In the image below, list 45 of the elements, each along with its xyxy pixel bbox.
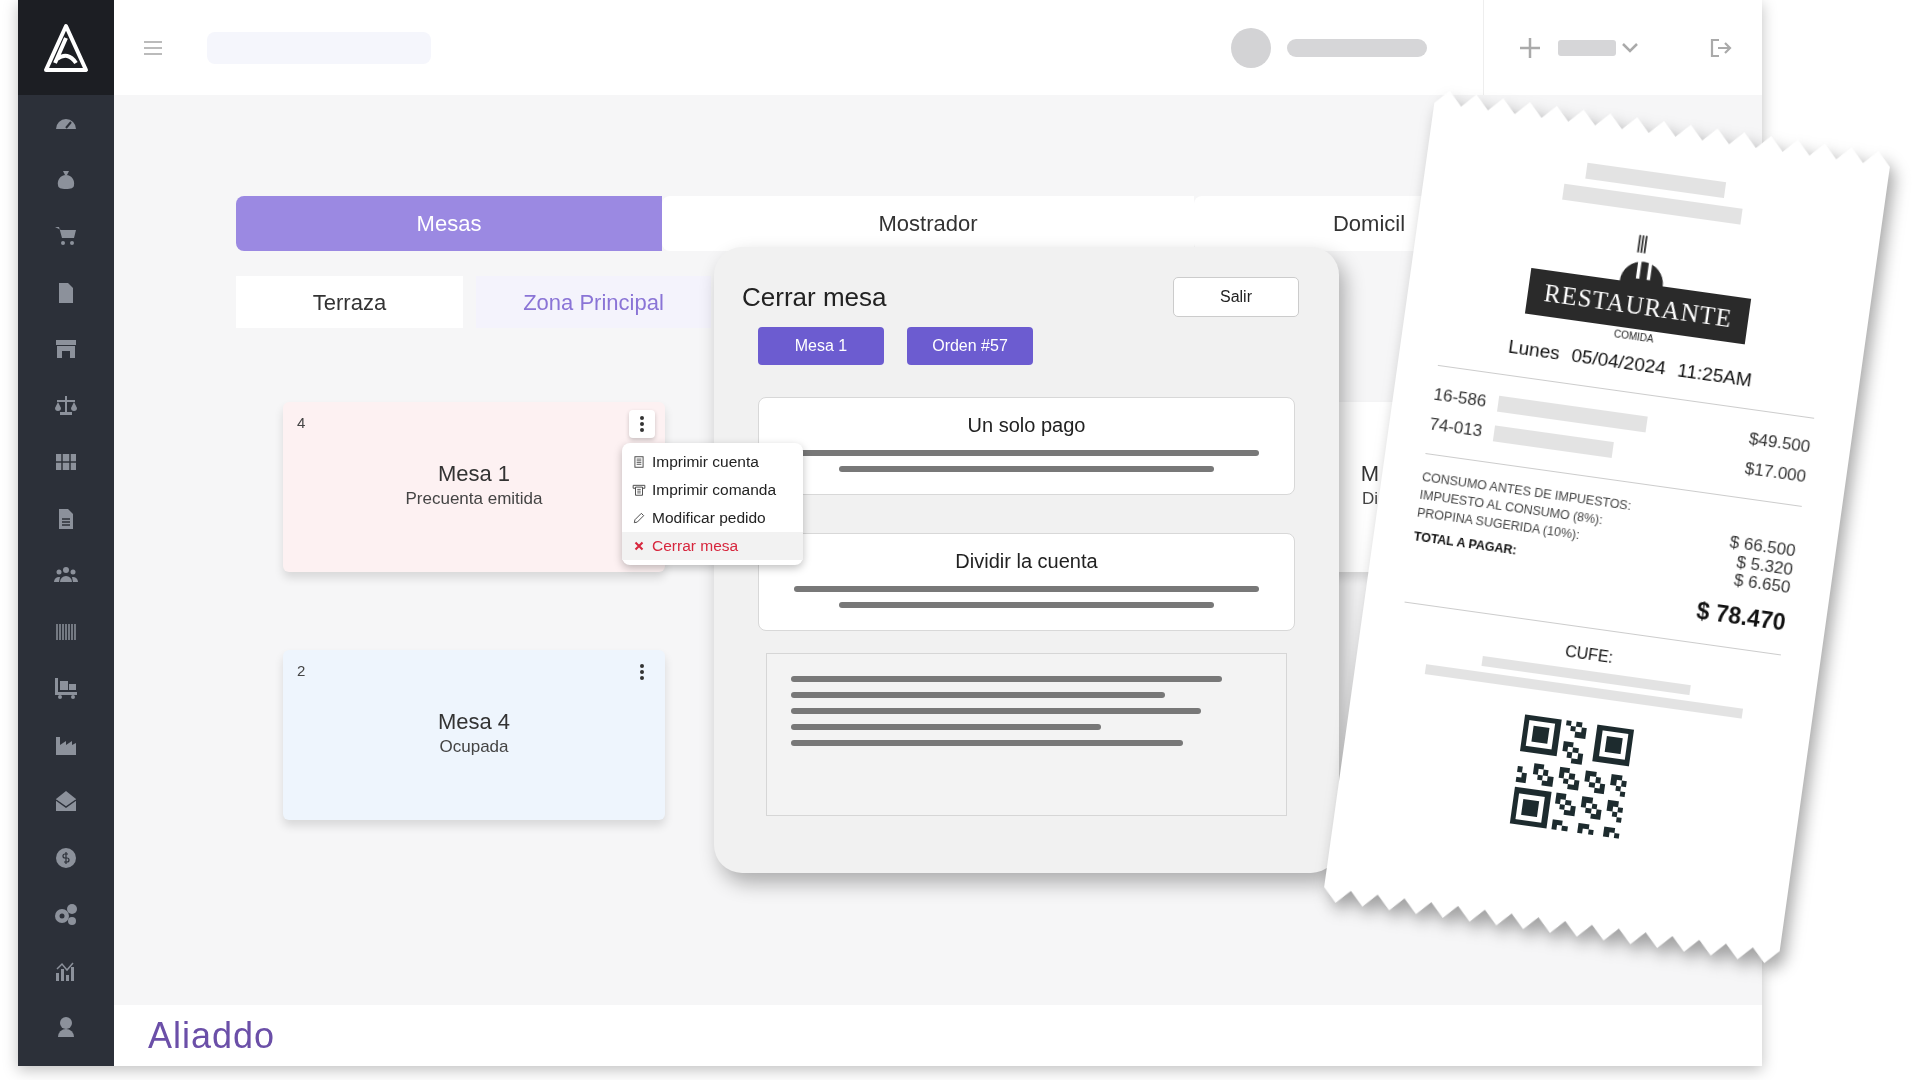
- payment-option-card[interactable]: Dividir la cuenta: [758, 533, 1295, 631]
- item-code: 16-586: [1431, 383, 1488, 414]
- logout-icon[interactable]: [1710, 37, 1732, 58]
- scale-icon[interactable]: [54, 393, 78, 418]
- envelope-icon[interactable]: [54, 789, 78, 814]
- more-icon: [639, 416, 645, 432]
- item-price: $17.000: [1743, 458, 1808, 489]
- receipt-date: 11:25AM: [1675, 357, 1754, 393]
- table-status: Precuenta emitida: [405, 488, 543, 511]
- add-icon[interactable]: [1520, 37, 1540, 58]
- exit-button[interactable]: Salir: [1173, 277, 1299, 317]
- table-name: Mesa 1: [437, 462, 511, 487]
- cufe-label: CUFE:: [1563, 641, 1615, 668]
- table-status: Di: [1361, 488, 1379, 511]
- more-icon: [639, 664, 645, 680]
- table-name: Mesa 4: [437, 710, 511, 735]
- option-label: Un solo pago: [967, 413, 1086, 438]
- tag-button[interactable]: Orden #57: [907, 327, 1033, 365]
- tag-button[interactable]: Mesa 1: [758, 327, 884, 365]
- tab[interactable]: Mostrador: [662, 196, 1194, 251]
- modal-title: Cerrar mesa: [742, 280, 887, 314]
- gears-icon[interactable]: [54, 902, 78, 927]
- item-price: $49.500: [1747, 428, 1812, 459]
- more-button[interactable]: [629, 410, 655, 438]
- table-status: Ocupada: [439, 736, 509, 759]
- zone-tab[interactable]: Terraza: [236, 276, 463, 328]
- table-name: M: [1360, 462, 1380, 487]
- pencil-icon: [632, 511, 646, 525]
- logo-icon: [43, 22, 89, 73]
- total-amount: $ 78.470: [1694, 596, 1788, 638]
- table-number: 4: [297, 413, 306, 433]
- item-code: 74-013: [1427, 413, 1484, 443]
- brand-logo: Aliaddo: [148, 1013, 276, 1058]
- coin-icon[interactable]: [54, 845, 78, 870]
- option-label: Dividir la cuenta: [955, 549, 1098, 574]
- menu-item[interactable]: Cerrar mesa: [622, 532, 803, 560]
- chevron-down-icon[interactable]: [1622, 42, 1638, 53]
- close-icon: [632, 539, 646, 553]
- menu-item[interactable]: Modificar pedido: [622, 504, 803, 532]
- placeholder-bar: [1558, 39, 1616, 56]
- table-card[interactable]: 2 Mesa 4 Ocupada: [283, 650, 665, 820]
- table-number: 2: [297, 661, 306, 681]
- truck-icon[interactable]: [54, 676, 78, 701]
- receipt-icon: [632, 455, 646, 469]
- printer-icon: [632, 483, 646, 497]
